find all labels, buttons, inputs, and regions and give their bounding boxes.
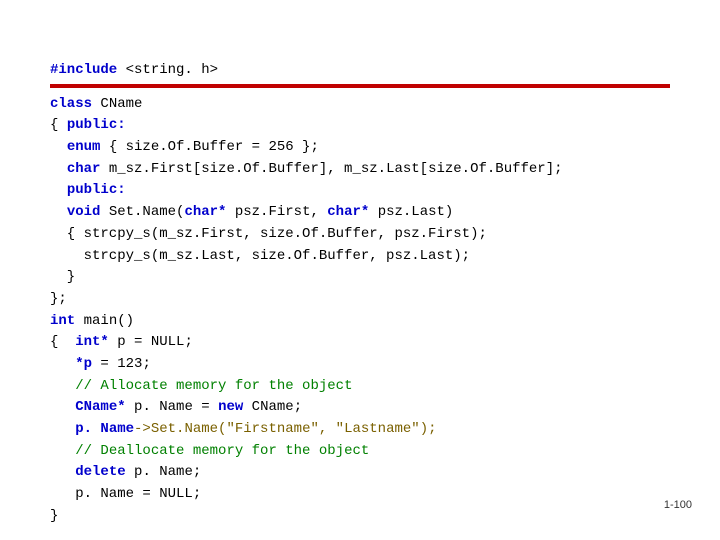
keyword-int-ptr: int* bbox=[75, 334, 109, 350]
code-line-15: // Allocate memory for the object bbox=[50, 376, 670, 398]
text bbox=[50, 204, 67, 220]
text: p = NULL; bbox=[109, 334, 193, 350]
text: { bbox=[50, 334, 75, 350]
code-line-4: enum { size.Of.Buffer = 256 }; bbox=[50, 137, 670, 159]
text: } bbox=[50, 508, 58, 524]
code-line-19: delete p. Name; bbox=[50, 462, 670, 484]
text: CName bbox=[92, 96, 142, 112]
text: Set.Name( bbox=[100, 204, 184, 220]
text: } bbox=[50, 269, 75, 285]
keyword-new: new bbox=[218, 399, 243, 415]
text: { bbox=[50, 117, 67, 133]
keyword-public: public: bbox=[67, 117, 126, 133]
text: { size.Of.Buffer = 256 }; bbox=[100, 139, 318, 155]
text: { strcpy_s(m_sz.First, size.Of.Buffer, p… bbox=[50, 226, 487, 242]
text: CName; bbox=[243, 399, 302, 415]
code-line-6: public: bbox=[50, 180, 670, 202]
comment-allocate: // Allocate memory for the object bbox=[75, 378, 352, 394]
keyword-void: void bbox=[67, 204, 101, 220]
code-line-14: *p = 123; bbox=[50, 354, 670, 376]
text: strcpy_s(m_sz.Last, size.Of.Buffer, psz.… bbox=[50, 248, 470, 264]
call-setname: Set.Name("Firstname", "Lastname"); bbox=[151, 421, 437, 437]
text: m_sz.First[size.Of.Buffer], m_sz.Last[si… bbox=[100, 161, 562, 177]
text bbox=[50, 443, 75, 459]
keyword-enum: enum bbox=[67, 139, 101, 155]
slide-number: 1-100 bbox=[664, 497, 692, 514]
keyword-public: public: bbox=[67, 182, 126, 198]
slide: #include <string. h> class CName { publi… bbox=[0, 0, 720, 540]
code-line-8: { strcpy_s(m_sz.First, size.Of.Buffer, p… bbox=[50, 224, 670, 246]
keyword-include: #include bbox=[50, 62, 117, 78]
var-pname: p. Name bbox=[75, 421, 134, 437]
text: psz.Last) bbox=[369, 204, 453, 220]
code-line-7: void Set.Name(char* psz.First, char* psz… bbox=[50, 202, 670, 224]
text: p. Name = bbox=[126, 399, 218, 415]
text bbox=[50, 378, 75, 394]
text bbox=[50, 356, 75, 372]
keyword-int: int bbox=[50, 313, 75, 329]
text: }; bbox=[50, 291, 67, 307]
keyword-class: class bbox=[50, 96, 92, 112]
keyword-delete: delete bbox=[75, 464, 125, 480]
code-line-21: } bbox=[50, 506, 670, 528]
code-line-12: int main() bbox=[50, 311, 670, 333]
text: p. Name; bbox=[126, 464, 202, 480]
code-line-3: { public: bbox=[50, 115, 670, 137]
code-line-18: // Deallocate memory for the object bbox=[50, 441, 670, 463]
code-line-5: char m_sz.First[size.Of.Buffer], m_sz.La… bbox=[50, 159, 670, 181]
keyword-char-ptr: char* bbox=[184, 204, 226, 220]
code-line-1: #include <string. h> bbox=[50, 60, 670, 82]
code-line-13: { int* p = NULL; bbox=[50, 332, 670, 354]
text bbox=[50, 139, 67, 155]
comment-deallocate: // Deallocate memory for the object bbox=[75, 443, 369, 459]
arrow-op: -> bbox=[134, 421, 151, 437]
text bbox=[50, 464, 75, 480]
code-line-10: } bbox=[50, 267, 670, 289]
code-line-11: }; bbox=[50, 289, 670, 311]
text: <string. h> bbox=[117, 62, 218, 78]
code-line-20: p. Name = NULL; bbox=[50, 484, 670, 506]
text bbox=[50, 421, 75, 437]
text: psz.First, bbox=[226, 204, 327, 220]
text bbox=[50, 182, 67, 198]
keyword-char-ptr: char* bbox=[327, 204, 369, 220]
code-line-9: strcpy_s(m_sz.Last, size.Of.Buffer, psz.… bbox=[50, 246, 670, 268]
code-line-17: p. Name->Set.Name("Firstname", "Lastname… bbox=[50, 419, 670, 441]
keyword-char: char bbox=[67, 161, 101, 177]
text: p. Name = NULL; bbox=[50, 486, 201, 502]
text bbox=[50, 399, 75, 415]
type-cname-ptr: CName* bbox=[75, 399, 125, 415]
text: main() bbox=[75, 313, 134, 329]
text: = 123; bbox=[92, 356, 151, 372]
code-line-2: class CName bbox=[50, 94, 670, 116]
deref-p: *p bbox=[75, 356, 92, 372]
text bbox=[50, 161, 67, 177]
title-rule bbox=[50, 84, 670, 88]
code-line-16: CName* p. Name = new CName; bbox=[50, 397, 670, 419]
